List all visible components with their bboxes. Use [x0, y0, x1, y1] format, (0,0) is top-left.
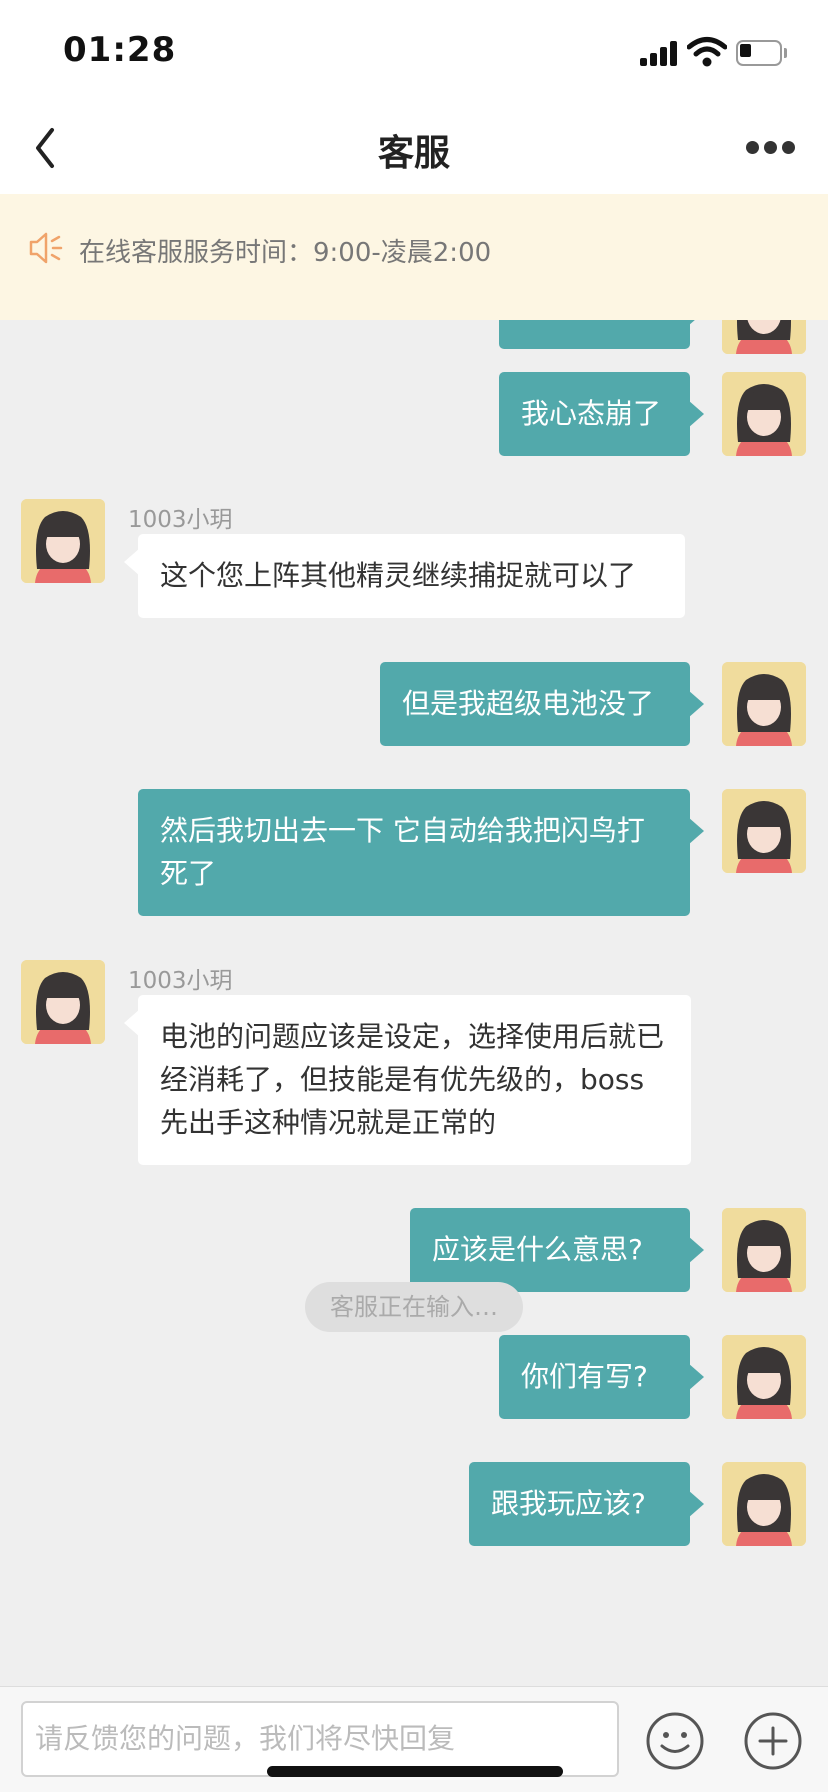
avatar — [722, 1335, 806, 1419]
chat-area[interactable]: 我心态崩了 1003小玥 这个您上阵其他精灵继续捕捉就可以了 但是我超级电池没了… — [0, 320, 828, 1686]
input-bar: 请反馈您的问题，我们将尽快回复 — [0, 1686, 828, 1792]
more-icon[interactable] — [740, 130, 800, 160]
emoji-icon[interactable] — [645, 1711, 705, 1771]
avatar — [722, 1462, 806, 1546]
page-title: 客服 — [377, 133, 450, 174]
sender-name: 1003小玥 — [128, 507, 233, 533]
message-bubble: 然后我切出去一下 它自动给我把闪鸟打死了 — [138, 789, 704, 916]
typing-indicator: 客服正在输入… — [305, 1282, 523, 1332]
avatar — [21, 499, 105, 583]
status-bar: 01:28 — [0, 0, 828, 100]
avatar — [722, 320, 806, 354]
status-time: 01:28 — [63, 30, 177, 70]
service-hours-text: 在线客服服务时间：9:00-凌晨2:00 — [79, 238, 492, 268]
message-bubble: 应该是什么意思? — [410, 1208, 704, 1292]
signal-icon — [640, 40, 680, 66]
home-indicator — [267, 1766, 563, 1777]
message-bubble: 电池的问题应该是设定，选择使用后就已经消耗了，但技能是有优先级的，boss先出手… — [124, 995, 691, 1165]
avatar — [722, 1208, 806, 1292]
avatar — [21, 960, 105, 1044]
avatar — [722, 372, 806, 456]
speaker-icon — [29, 232, 63, 264]
service-hours-notice: 在线客服服务时间：9:00-凌晨2:00 — [0, 194, 828, 320]
message-bubble: 你们有写? — [499, 1335, 704, 1419]
message-bubble: 我心态崩了 — [499, 372, 704, 456]
message-bubble-partial — [499, 320, 704, 349]
battery-icon — [736, 40, 788, 66]
message-bubble: 但是我超级电池没了 — [380, 662, 704, 746]
sender-name: 1003小玥 — [128, 968, 233, 994]
nav-bar: 客服 — [0, 100, 828, 194]
message-bubble: 这个您上阵其他精灵继续捕捉就可以了 — [124, 534, 685, 618]
plus-icon[interactable] — [743, 1711, 803, 1771]
wifi-icon — [687, 37, 727, 67]
avatar — [722, 662, 806, 746]
message-bubble: 跟我玩应该? — [469, 1462, 704, 1546]
avatar — [722, 789, 806, 873]
